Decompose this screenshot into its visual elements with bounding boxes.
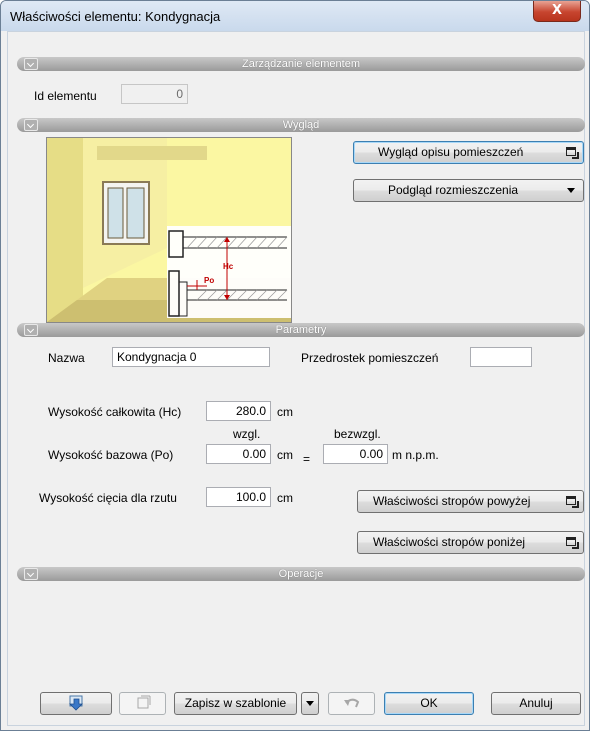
base-height-relative-unit: cm [277,448,293,462]
save-in-template-button[interactable]: Zapisz w szablonie [174,692,297,715]
base-height-label: Wysokość bazowa (Po) [48,448,174,462]
save-in-template-label: Zapisz w szablonie [184,696,287,710]
element-id-label: Id elementu [34,89,97,103]
absolute-label: bezwzgl. [334,427,381,441]
ok-label: OK [420,696,438,710]
element-id-field: 0 [121,84,188,104]
room-prefix-label: Przedrostek pomieszczeń [301,351,439,365]
cut-height-unit: cm [277,491,293,505]
section-parameters-title: Parametry [275,324,327,336]
floor-preview-illustration [47,138,291,322]
cancel-label: Anuluj [519,696,553,710]
save-template-icon [137,695,151,709]
room-prefix-field[interactable] [470,347,532,367]
open-dialog-icon [566,496,579,508]
base-height-absolute-unit: m n.p.m. [392,448,439,462]
slabs-below-properties-button[interactable]: Właściwości stropów poniżej [357,531,584,554]
close-button[interactable]: X [533,1,581,22]
slabs-below-label: Właściwości stropów poniżej [373,535,526,549]
name-field[interactable]: Kondygnacja 0 [112,347,270,367]
base-height-absolute-field[interactable]: 0.00 [323,444,388,464]
load-template-icon [69,695,83,711]
open-dialog-icon [566,537,579,549]
save-template-options-dropdown[interactable] [301,692,319,715]
section-management-title: Zarządzanie elementem [241,58,360,70]
chevron-down-icon [567,188,575,193]
base-height-relative-field[interactable]: 0.00 [206,444,271,464]
total-height-unit: cm [277,405,293,419]
ok-button[interactable]: OK [384,692,474,715]
undo-button[interactable] [328,692,375,715]
load-from-template-button[interactable] [40,692,112,715]
diagram-label-hc: Hc [223,262,234,271]
section-operations-title: Operacje [278,568,324,580]
layout-preview-dropdown[interactable]: Podgląd rozmieszczenia [353,179,584,202]
section-appearance-header[interactable]: Wygląd [17,118,585,132]
total-height-field[interactable]: 280.0 [206,401,271,421]
open-dialog-icon [566,147,579,159]
save-to-template-icon-button[interactable] [119,692,166,715]
relative-label: wzgl. [233,427,261,441]
dialog-window: Właściwości elementu: Kondygnacja X Zarz… [0,0,590,731]
diagram-label-po: Po [204,276,215,285]
undo-icon [344,698,360,708]
section-operations-header[interactable]: Operacje [17,567,585,581]
window-title: Właściwości elementu: Kondygnacja [10,9,221,24]
room-description-appearance-button[interactable]: Wygląd opisu pomieszczeń [353,141,584,164]
equals-sign: = [303,452,311,466]
room-description-appearance-label: Wygląd opisu pomieszczeń [378,145,524,159]
floor-preview-image: Hc Po [46,137,292,323]
layout-preview-label: Podgląd rozmieszczenia [388,183,519,197]
dialog-body [7,31,585,726]
cut-height-field[interactable]: 100.0 [206,487,271,507]
section-parameters-header[interactable]: Parametry [17,323,585,337]
section-appearance-title: Wygląd [282,119,320,131]
cancel-button[interactable]: Anuluj [491,692,581,715]
total-height-label: Wysokość całkowita (Hc) [48,405,182,419]
chevron-down-icon [306,701,314,706]
name-label: Nazwa [48,351,85,365]
title-bar: Właściwości elementu: Kondygnacja X [1,1,589,31]
section-management-header[interactable]: Zarządzanie elementem [17,57,585,71]
cut-height-label: Wysokość cięcia dla rzutu [39,491,177,505]
slabs-above-properties-button[interactable]: Właściwości stropów powyżej [357,490,584,513]
slabs-above-label: Właściwości stropów powyżej [373,494,531,508]
